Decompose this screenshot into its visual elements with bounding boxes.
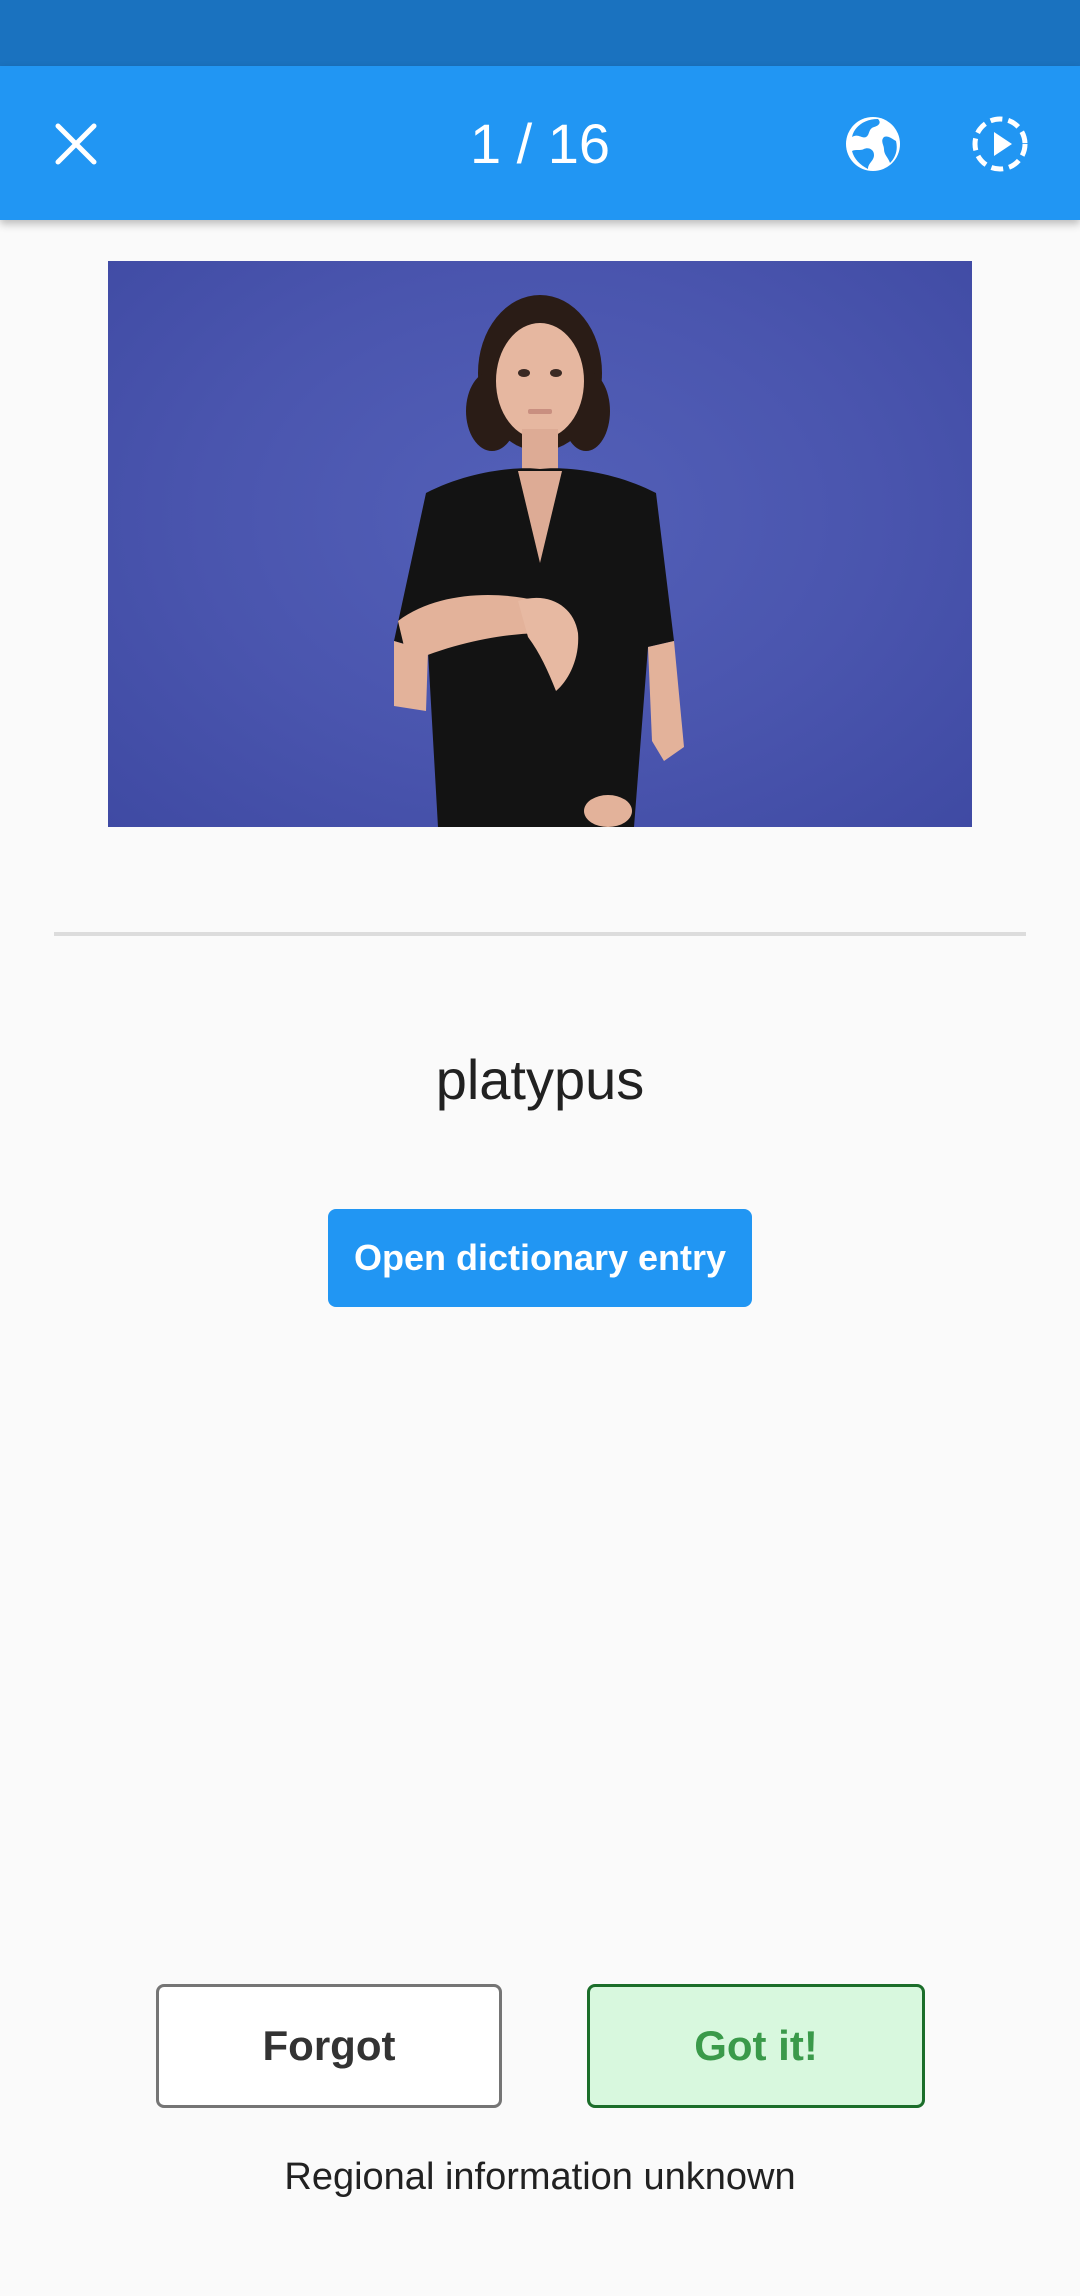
divider (54, 932, 1026, 936)
app-bar: 1 / 16 (0, 66, 1080, 220)
region-button[interactable] (825, 96, 921, 192)
open-dictionary-entry-button[interactable]: Open dictionary entry (328, 1209, 752, 1307)
close-icon (55, 123, 97, 165)
regional-info: Regional information unknown (284, 2156, 796, 2198)
autoplay-button[interactable] (952, 96, 1048, 192)
forgot-button[interactable]: Forgot (156, 1984, 502, 2108)
got-it-button[interactable]: Got it! (587, 1984, 925, 2108)
status-bar (0, 0, 1080, 66)
signer-figure (394, 295, 684, 827)
card-counter: 1 / 16 (469, 112, 611, 175)
globe-icon (846, 117, 900, 171)
close-button[interactable] (28, 96, 124, 192)
autoplay-icon (972, 116, 1028, 172)
sign-video[interactable] (108, 261, 972, 827)
sign-word: platypus (435, 1048, 645, 1111)
